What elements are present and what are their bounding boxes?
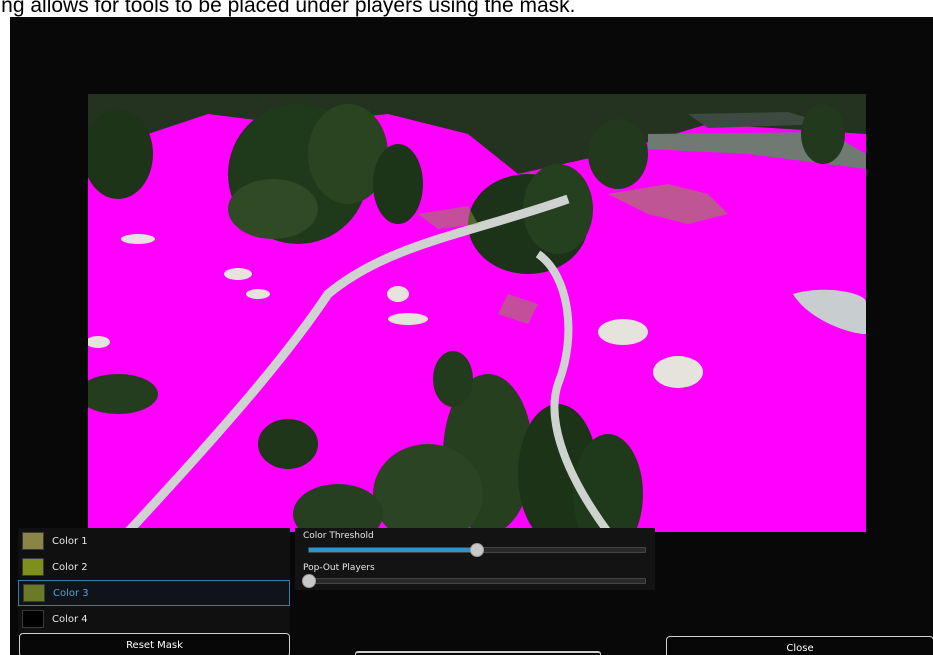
color-3-label: Color 3 xyxy=(53,587,89,599)
color-threshold-fill xyxy=(309,548,477,552)
color-swatch-row-4[interactable]: Color 4 xyxy=(18,606,290,632)
slider-panel: Color Threshold Pop-Out Players xyxy=(295,528,655,590)
pop-out-players-label: Pop-Out Players xyxy=(303,563,375,573)
pop-out-players-knob[interactable] xyxy=(302,574,316,588)
pop-out-players-slider[interactable] xyxy=(302,574,646,588)
color-3-swatch xyxy=(23,584,45,602)
color-1-swatch xyxy=(22,532,44,550)
color-1-label: Color 1 xyxy=(52,535,88,547)
mask-preview-viewport[interactable] xyxy=(88,94,866,532)
reset-mask-button[interactable]: Reset Mask xyxy=(19,633,290,655)
color-4-label: Color 4 xyxy=(52,613,88,625)
color-threshold-knob[interactable] xyxy=(470,543,484,557)
masked-course-image xyxy=(88,94,866,532)
center-button-edge[interactable] xyxy=(355,651,601,655)
color-swatch-row-1[interactable]: Color 1 xyxy=(18,528,290,554)
color-2-swatch xyxy=(22,558,44,576)
color-threshold-slider[interactable] xyxy=(308,543,646,557)
color-swatch-row-3[interactable]: Color 3 xyxy=(18,580,290,606)
color-2-label: Color 2 xyxy=(52,561,88,573)
close-button[interactable]: Close xyxy=(666,636,933,655)
color-threshold-label: Color Threshold xyxy=(303,531,374,541)
color-4-swatch xyxy=(22,610,44,628)
mask-color-list: Color 1 Color 2 Color 3 Color 4 xyxy=(18,528,290,636)
mask-editor-window: Color 1 Color 2 Color 3 Color 4 Color Th… xyxy=(10,17,933,655)
caption-text: king allows for tools to be placed under… xyxy=(0,0,576,17)
color-swatch-row-2[interactable]: Color 2 xyxy=(18,554,290,580)
